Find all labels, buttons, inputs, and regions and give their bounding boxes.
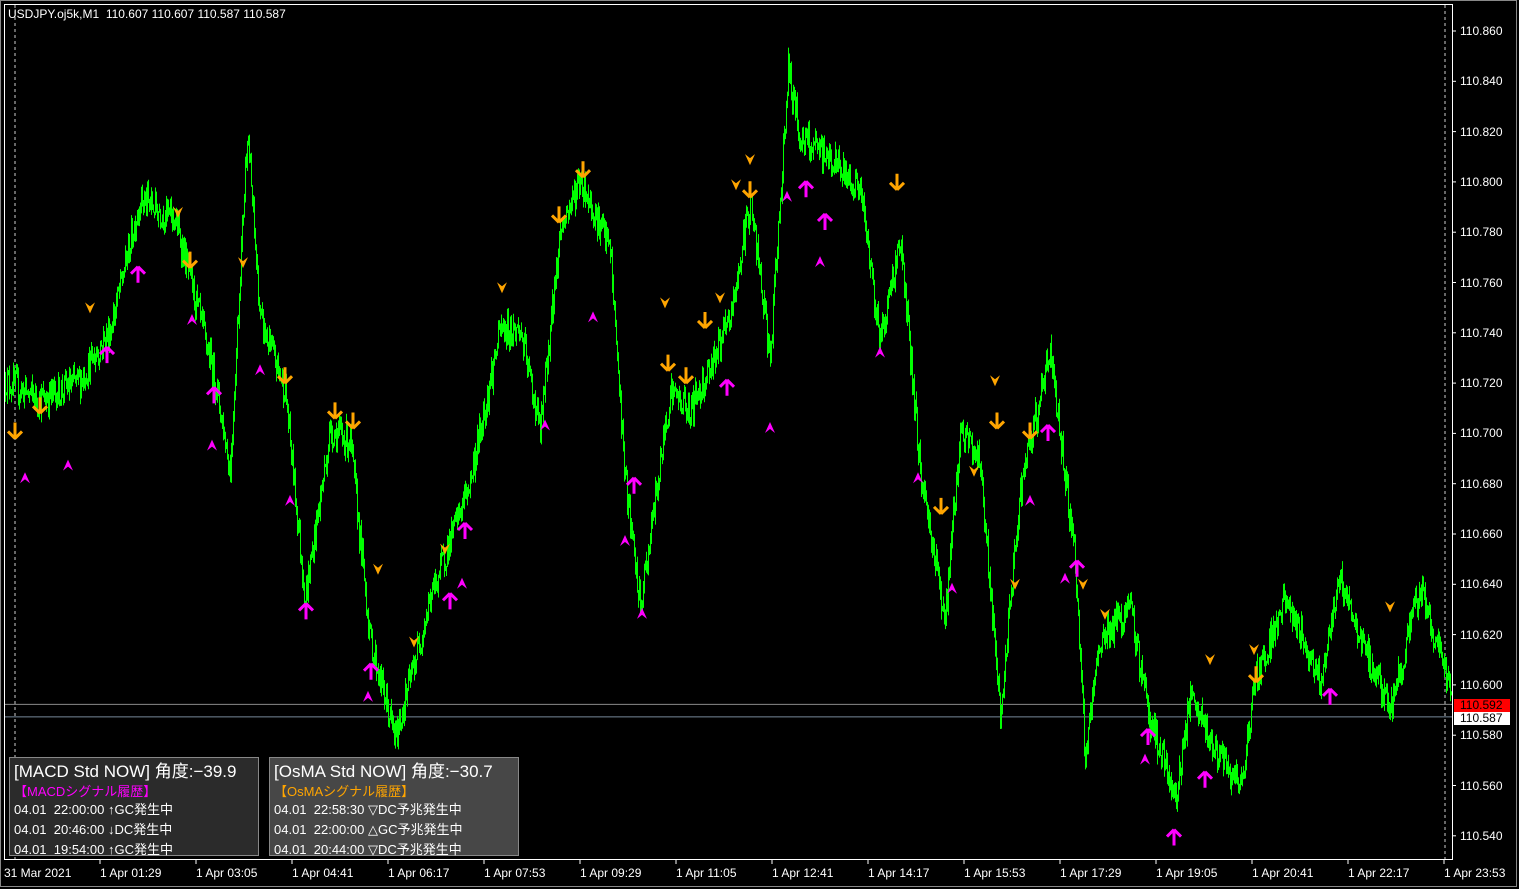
price-tick: 110.660 xyxy=(1460,527,1503,541)
time-tick: 1 Apr 06:17 xyxy=(388,866,450,880)
macd-history-row: 04.01 19:54:00 ↑GC発生中 xyxy=(14,842,173,857)
price-tick: 110.640 xyxy=(1460,577,1503,592)
time-tick: 1 Apr 01:29 xyxy=(100,866,162,880)
macd-history-row: 04.01 22:00:00 ↑GC発生中 xyxy=(14,802,173,817)
macd-panel-title: [MACD Std NOW] 角度:−39.9 xyxy=(14,762,237,781)
time-tick: 1 Apr 07:53 xyxy=(484,866,546,880)
price-tick: 110.540 xyxy=(1460,828,1503,843)
osma-info-panel: [OsMA Std NOW] 角度:−30.7 【OsMAシグナル履歴】 04.… xyxy=(269,757,519,857)
time-tick: 1 Apr 04:41 xyxy=(292,866,354,880)
price-tick: 110.620 xyxy=(1460,627,1503,642)
price-tick: 110.840 xyxy=(1460,74,1503,89)
time-tick: 1 Apr 17:29 xyxy=(1060,866,1122,880)
price-tick: 110.560 xyxy=(1460,778,1503,793)
macd-info-panel: [MACD Std NOW] 角度:−39.9 【MACDシグナル履歴】 04.… xyxy=(9,757,259,857)
price-tick: 110.760 xyxy=(1460,275,1503,290)
time-tick: 1 Apr 15:53 xyxy=(964,866,1026,880)
osma-history-row: 04.01 20:44:00 ▽DC予兆発生中 xyxy=(274,842,462,857)
time-tick: 1 Apr 11:05 xyxy=(676,866,737,880)
last-price-label: 110.587 xyxy=(1454,712,1510,725)
price-tick: 110.680 xyxy=(1460,476,1503,491)
time-tick: 1 Apr 23:53 xyxy=(1444,866,1506,880)
osma-panel-subtitle: 【OsMAシグナル履歴】 xyxy=(274,784,415,799)
price-tick: 110.600 xyxy=(1460,677,1503,692)
price-tick: 110.820 xyxy=(1460,124,1503,139)
time-tick: 1 Apr 12:41 xyxy=(772,866,834,880)
macd-panel-subtitle: 【MACDシグナル履歴】 xyxy=(14,784,157,799)
price-tick: 110.580 xyxy=(1460,728,1503,743)
price-tick: 110.780 xyxy=(1460,225,1503,240)
price-tick: 110.700 xyxy=(1460,426,1503,441)
osma-history-row: 04.01 22:00:00 △GC予兆発生中 xyxy=(274,822,463,837)
price-tick: 110.720 xyxy=(1460,376,1503,391)
time-tick: 1 Apr 20:41 xyxy=(1252,866,1314,880)
macd-history-row: 04.01 20:46:00 ↓DC発生中 xyxy=(14,822,173,837)
price-tick: 110.860 xyxy=(1460,24,1503,38)
time-tick: 1 Apr 09:29 xyxy=(580,866,642,880)
osma-history-row: 04.01 22:58:30 ▽DC予兆発生中 xyxy=(274,802,462,817)
time-tick: 1 Apr 19:05 xyxy=(1156,866,1218,880)
symbol-info: USDJPY.oj5k,M1 110.607 110.607 110.587 1… xyxy=(8,7,286,21)
time-tick: 1 Apr 22:17 xyxy=(1348,866,1410,880)
time-tick: 31 Mar 2021 xyxy=(4,866,72,880)
time-tick: 1 Apr 03:05 xyxy=(196,866,258,880)
time-tick: 1 Apr 14:17 xyxy=(868,866,930,880)
price-tick: 110.800 xyxy=(1460,174,1503,189)
chart-frame xyxy=(4,4,1453,860)
osma-panel-title: [OsMA Std NOW] 角度:−30.7 xyxy=(274,762,493,781)
price-tick: 110.740 xyxy=(1460,325,1503,340)
